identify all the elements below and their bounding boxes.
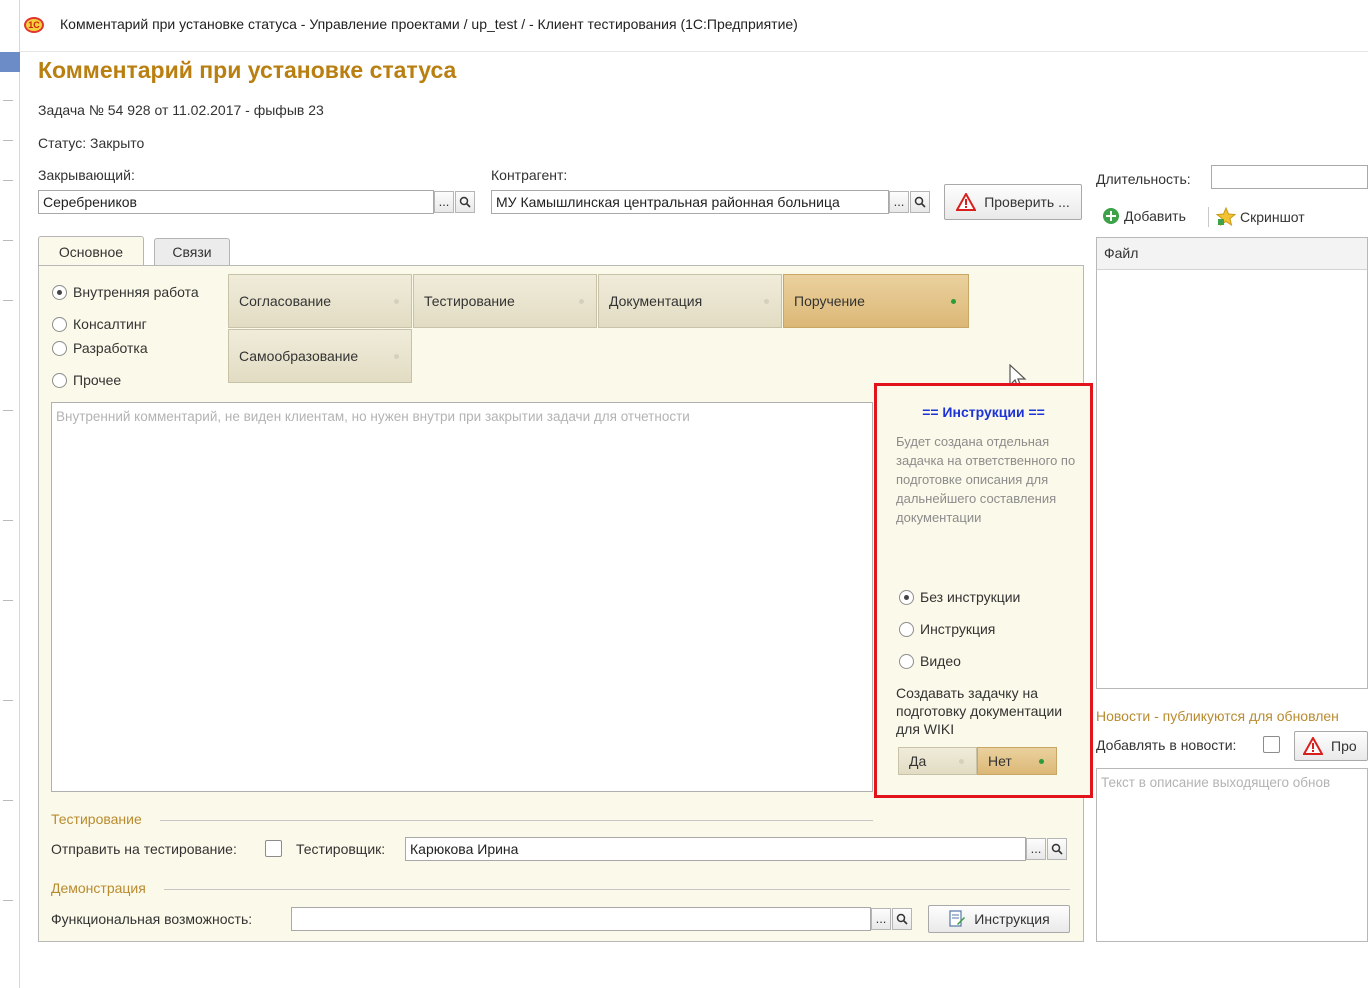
category-self-education[interactable]: Самообразование [228,329,412,383]
screenshot-icon [1216,207,1236,227]
radio-button [899,621,914,637]
warning-icon [956,193,977,211]
work-type-group: Внутренняя работа Консалтинг Разработка … [52,276,199,396]
contractor-input[interactable]: МУ Камышлинская центральная районная бол… [491,190,889,214]
toolbar-separator [1208,207,1209,227]
demo-section-label: Демонстрация [51,880,146,896]
radio-button [899,589,914,605]
radio-no-instruction[interactable]: Без инструкции [899,589,1020,605]
add-file-button[interactable]: Добавить [1102,207,1186,225]
radio-button [899,653,914,669]
wiki-question: Создавать задачку на подготовку документ… [896,685,1063,737]
instructions-description: Будет создана отдельная задачка на ответ… [896,434,1076,525]
demo-divider [164,889,1070,890]
feature-search-button[interactable] [892,908,912,930]
feature-select-button[interactable]: ... [871,908,891,930]
instructions-title: == Инструкции == [922,404,1045,420]
instruction-button[interactable]: Инструкция [928,905,1070,933]
feature-input[interactable] [291,907,871,931]
news-placeholder: Текст в описание выходящего обнов [1101,775,1331,790]
contractor-label: Контрагент: [491,167,568,183]
radio-consulting[interactable]: Консалтинг [52,300,199,332]
news-textarea[interactable]: Текст в описание выходящего обнов [1096,768,1368,942]
warning-icon [1303,737,1323,755]
search-icon [896,913,908,925]
testing-divider [160,820,873,821]
testing-section-label: Тестирование [51,811,142,827]
tester-search-button[interactable] [1047,838,1067,860]
radio-button [52,340,67,356]
search-icon [459,196,471,208]
background-window-edge [0,0,20,988]
add-icon [1103,208,1119,224]
category-assignment[interactable]: Поручение [783,274,969,328]
add-to-news-label: Добавлять в новости: [1096,737,1237,753]
check-button[interactable]: Проверить ... [944,184,1082,220]
check-button-label: Проверить ... [984,194,1070,210]
comment-placeholder: Внутренний комментарий, не виден клиента… [56,409,690,424]
window-title: Комментарий при установке статуса - Упра… [60,16,798,32]
instructions-panel: == Инструкции == Будет создана отдельная… [874,383,1093,798]
closer-input[interactable]: Серебреников [38,190,434,214]
add-to-news-checkbox[interactable] [1263,736,1280,753]
feature-label: Функциональная возможность: [51,911,253,927]
window-title-bar: 1С Комментарий при установке статуса - У… [20,0,1368,52]
document-edit-icon [949,910,966,927]
background-window-marker [0,52,20,72]
category-approval[interactable]: Согласование [228,274,412,328]
duration-input[interactable] [1211,165,1368,189]
files-table[interactable]: Файл [1096,237,1368,689]
radio-button [52,372,67,388]
contractor-select-button[interactable]: ... [889,191,909,213]
send-to-testing-label: Отправить на тестирование: [51,841,237,857]
tab-links[interactable]: Связи [154,238,230,265]
tester-label: Тестировщик: [296,841,386,857]
news-section-label: Новости - публикуются для обновлен [1096,708,1339,724]
wiki-no-button[interactable]: Нет [977,747,1057,775]
category-documentation[interactable]: Документация [598,274,782,328]
task-info: Задача № 54 928 от 11.02.2017 - фыфыв 23 [38,102,324,118]
tester-select-button[interactable]: ... [1026,838,1046,860]
file-column-header: Файл [1097,238,1367,270]
status-text: Статус: Закрыто [38,135,145,151]
radio-video[interactable]: Видео [899,653,961,669]
internal-comment-textarea[interactable]: Внутренний комментарий, не виден клиента… [51,402,873,792]
send-to-testing-checkbox[interactable] [265,840,282,857]
duration-label: Длительность: [1096,171,1191,187]
closer-label: Закрывающий: [38,167,135,183]
closer-select-button[interactable]: ... [434,191,454,213]
tab-main[interactable]: Основное [38,236,144,267]
radio-other[interactable]: Прочее [52,364,199,396]
screenshot-button[interactable]: Скриншот [1216,207,1305,227]
radio-button [52,284,67,300]
selected-indicator [1039,759,1044,764]
radio-instruction[interactable]: Инструкция [899,621,995,637]
selected-indicator [951,299,956,304]
form-title: Комментарий при установке статуса [38,57,457,83]
category-testing[interactable]: Тестирование [413,274,597,328]
closer-search-button[interactable] [455,191,475,213]
search-icon [1051,843,1063,855]
radio-button [52,316,67,332]
wiki-yes-button[interactable]: Да [898,747,977,775]
search-icon [914,196,926,208]
contractor-search-button[interactable] [910,191,930,213]
radio-development[interactable]: Разработка [52,332,199,364]
tester-input[interactable]: Карюкова Ирина [405,837,1026,861]
news-check-button[interactable]: Про [1294,731,1368,761]
app-logo-icon: 1С [24,17,44,33]
